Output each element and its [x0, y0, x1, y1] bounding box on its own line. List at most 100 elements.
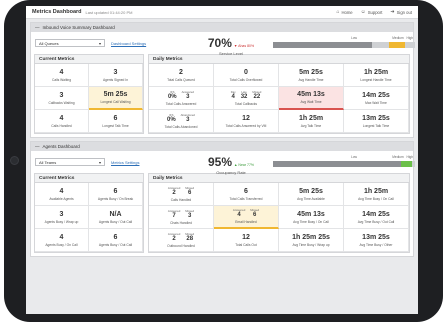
metric-value: N/A [109, 210, 122, 218]
metric-tile[interactable]: IFS 0% Abandoned 3 Total Calls Abandoned [149, 110, 214, 133]
metric-value: 3 [59, 91, 64, 99]
metric-tile[interactable]: Answered 2 Missed 6 Calls Handled [149, 183, 214, 206]
metric-label: Max Wait Time [365, 100, 387, 105]
metric-tile[interactable]: 4 Agents Busy / On Call [35, 229, 89, 252]
metric-label: Email Handled [235, 220, 257, 224]
metric-tile[interactable]: Answered 2 Missed 28 Outbound Handled [149, 229, 214, 252]
metric-part-value: 2 [172, 189, 176, 196]
metric-part-value: 22 [253, 93, 261, 100]
settings-link[interactable]: Metrics Settings [111, 160, 139, 165]
kpi-label: Occupancy Rate [216, 170, 246, 175]
metric-tile[interactable]: 6 Agents Busy / On Break [89, 183, 143, 206]
nav-home-link[interactable]: ⌂ Home [336, 9, 352, 15]
kpi-summary: 95% ▲ Near 77% Occupancy Rate [191, 153, 271, 175]
metric-tile[interactable]: 3 Agents Busy / Wrap up [35, 206, 89, 229]
page-title: Metrics Dashboard [32, 9, 82, 15]
metric-tile[interactable]: 3 Agents Signed In [89, 64, 143, 87]
metric-tile[interactable]: 13m 25s Longest Talk Time [344, 110, 409, 133]
sign-out-icon: ➜ [390, 9, 395, 15]
kpi-delta: ▲ Near 77% [234, 163, 255, 167]
chevron-down-icon: ▾ [98, 40, 101, 46]
metric-tile[interactable]: 0 Total Calls Overflowed [214, 64, 279, 87]
metric-tile[interactable]: 5m 25s Avg Handle Time [279, 64, 344, 87]
metric-label: Available Agents [49, 196, 74, 201]
metric-part-value: 3 [186, 93, 190, 100]
top-nav: ⌂ Home ☺ Support ➜ Sign out [336, 9, 412, 15]
gauge-low-label: Low [351, 36, 357, 40]
metric-part: IFS 0% [168, 90, 177, 101]
metric-value: 1h 25m 25s [292, 233, 330, 241]
metric-tile[interactable]: 3 Callbacks Waiting [35, 87, 89, 110]
metric-part: IFS 0% [167, 113, 176, 124]
section-title: Inbound Voice Summary Dashboard [42, 25, 115, 30]
home-icon: ⌂ [336, 9, 340, 15]
metric-part: Missed 28 [185, 232, 194, 243]
nav-sign-out-link[interactable]: ➜ Sign out [390, 9, 412, 15]
metric-label: Avg Time Busy / Wrap up [292, 242, 330, 247]
collapse-icon[interactable]: — [35, 144, 40, 149]
metric-tile[interactable]: 6 Agents Busy / Out Call [89, 229, 143, 252]
filter-select[interactable]: All Queues ▾ [35, 39, 105, 47]
kpi-value: 95% [207, 155, 232, 169]
filter-select[interactable]: All Teams ▾ [35, 158, 105, 166]
metric-tile[interactable]: 12 Total Calls Answered by VM [214, 110, 279, 133]
gauge-fill [273, 161, 408, 167]
settings-link[interactable]: Dashboard Settings [111, 41, 146, 46]
metric-tile[interactable]: 14m 25s Avg Time Busy / Out Call [344, 206, 409, 229]
metric-tile[interactable]: Answered 7 Missed 3 Chats Handled [149, 206, 214, 229]
kpi-gauge: Low Medium High [273, 36, 415, 50]
metric-label: Agents Busy / Wrap up [44, 219, 79, 224]
section-header[interactable]: — Agents Dashboard [31, 142, 413, 151]
metric-part-value: 32 [240, 93, 248, 100]
metric-tile[interactable]: 14m 25s Max Wait Time [344, 87, 409, 110]
metric-tile[interactable]: 4 Available Agents [35, 183, 89, 206]
metric-tile[interactable]: 6 Longest Talk Time [89, 110, 143, 133]
nav-support-link[interactable]: ☺ Support [361, 9, 383, 15]
metric-tile[interactable]: N/A Agents Busy / Out Call [89, 206, 143, 229]
metric-part: Late 32 [240, 90, 248, 101]
metric-value: 6 [113, 114, 118, 122]
metric-tile[interactable]: 6 Total Calls Transferred [214, 183, 279, 206]
metric-value: 1h 25m [363, 187, 389, 195]
metric-value: 3 [113, 68, 118, 76]
metric-tile[interactable]: 2 Total Calls Queued [149, 64, 214, 87]
metric-label: Avg Talk Time [300, 123, 322, 128]
metric-tile[interactable]: 5m 25s Longest Call Waiting [89, 87, 143, 110]
section-header[interactable]: — Inbound Voice Summary Dashboard [31, 23, 413, 32]
metric-value: 14m 25s [362, 210, 390, 218]
metric-tile[interactable]: 45m 13s Avg Wait Time [279, 87, 344, 110]
collapse-icon[interactable]: — [35, 25, 40, 30]
metric-tile[interactable]: 1h 25m Longest Handle Time [344, 64, 409, 87]
metric-tile[interactable]: Answered 4 Missed 6 Email Handled [214, 206, 279, 229]
metric-value: 4 [59, 187, 64, 195]
metric-tile[interactable]: 1h 25m Avg Talk Time [279, 110, 344, 133]
metric-tile[interactable]: 4 Calls Handled [35, 110, 89, 133]
metric-tile[interactable]: 45m 13s Avg Time Busy / On Call [279, 206, 344, 229]
metric-label: Agents Signed In [102, 77, 129, 82]
metric-tile[interactable]: 5m 25s Avg Time Available [279, 183, 344, 206]
metric-tile[interactable]: Day 4 Late 32 Missed 22 Total Callbacks [214, 87, 279, 110]
metric-tile[interactable]: 1h 25m 25s Avg Time Busy / Wrap up [279, 229, 344, 252]
metric-tile[interactable]: 12 Total Calls Out [214, 229, 279, 252]
metric-tile[interactable]: IFS 0% Answered 3 Total Calls Answered [149, 87, 214, 110]
panel-title: Current Metrics [35, 55, 143, 64]
metric-breakdown: Answered 4 Missed 6 [233, 209, 259, 219]
daily-metrics-panel: Daily Metrics 2 Total Calls Queued 0 Total C… [148, 54, 410, 134]
metric-part-value: 2 [172, 235, 176, 242]
metric-label: Avg Time Busy / Other [359, 242, 393, 247]
metric-tile[interactable]: 4 Calls Waiting [35, 64, 89, 87]
kpi-value: 70% [207, 36, 232, 50]
metric-label: Callbacks Waiting [48, 100, 75, 105]
metric-tile[interactable]: 1h 25m Avg Time Busy / On Call [344, 183, 409, 206]
metric-breakdown: Answered 2 Missed 28 [168, 232, 194, 243]
metric-label: Agents Busy / Out Call [98, 219, 133, 224]
metric-tile[interactable]: 13m 25s Avg Time Busy / Other [344, 229, 409, 252]
nav-label: Home [341, 9, 353, 15]
metric-value: 13m 25s [362, 114, 390, 122]
metric-value: 45m 13s [297, 210, 325, 218]
chevron-down-icon: ▾ [98, 159, 101, 165]
section-controls: All Queues ▾ Dashboard Settings 70% ▼ Ahas 8… [31, 32, 415, 56]
metric-value: 14m 25s [362, 91, 390, 99]
metric-grid: 4 Calls Waiting 3 Agents Signed In 3 Callback… [35, 64, 143, 133]
metric-label: Avg Wait Time [300, 100, 322, 104]
